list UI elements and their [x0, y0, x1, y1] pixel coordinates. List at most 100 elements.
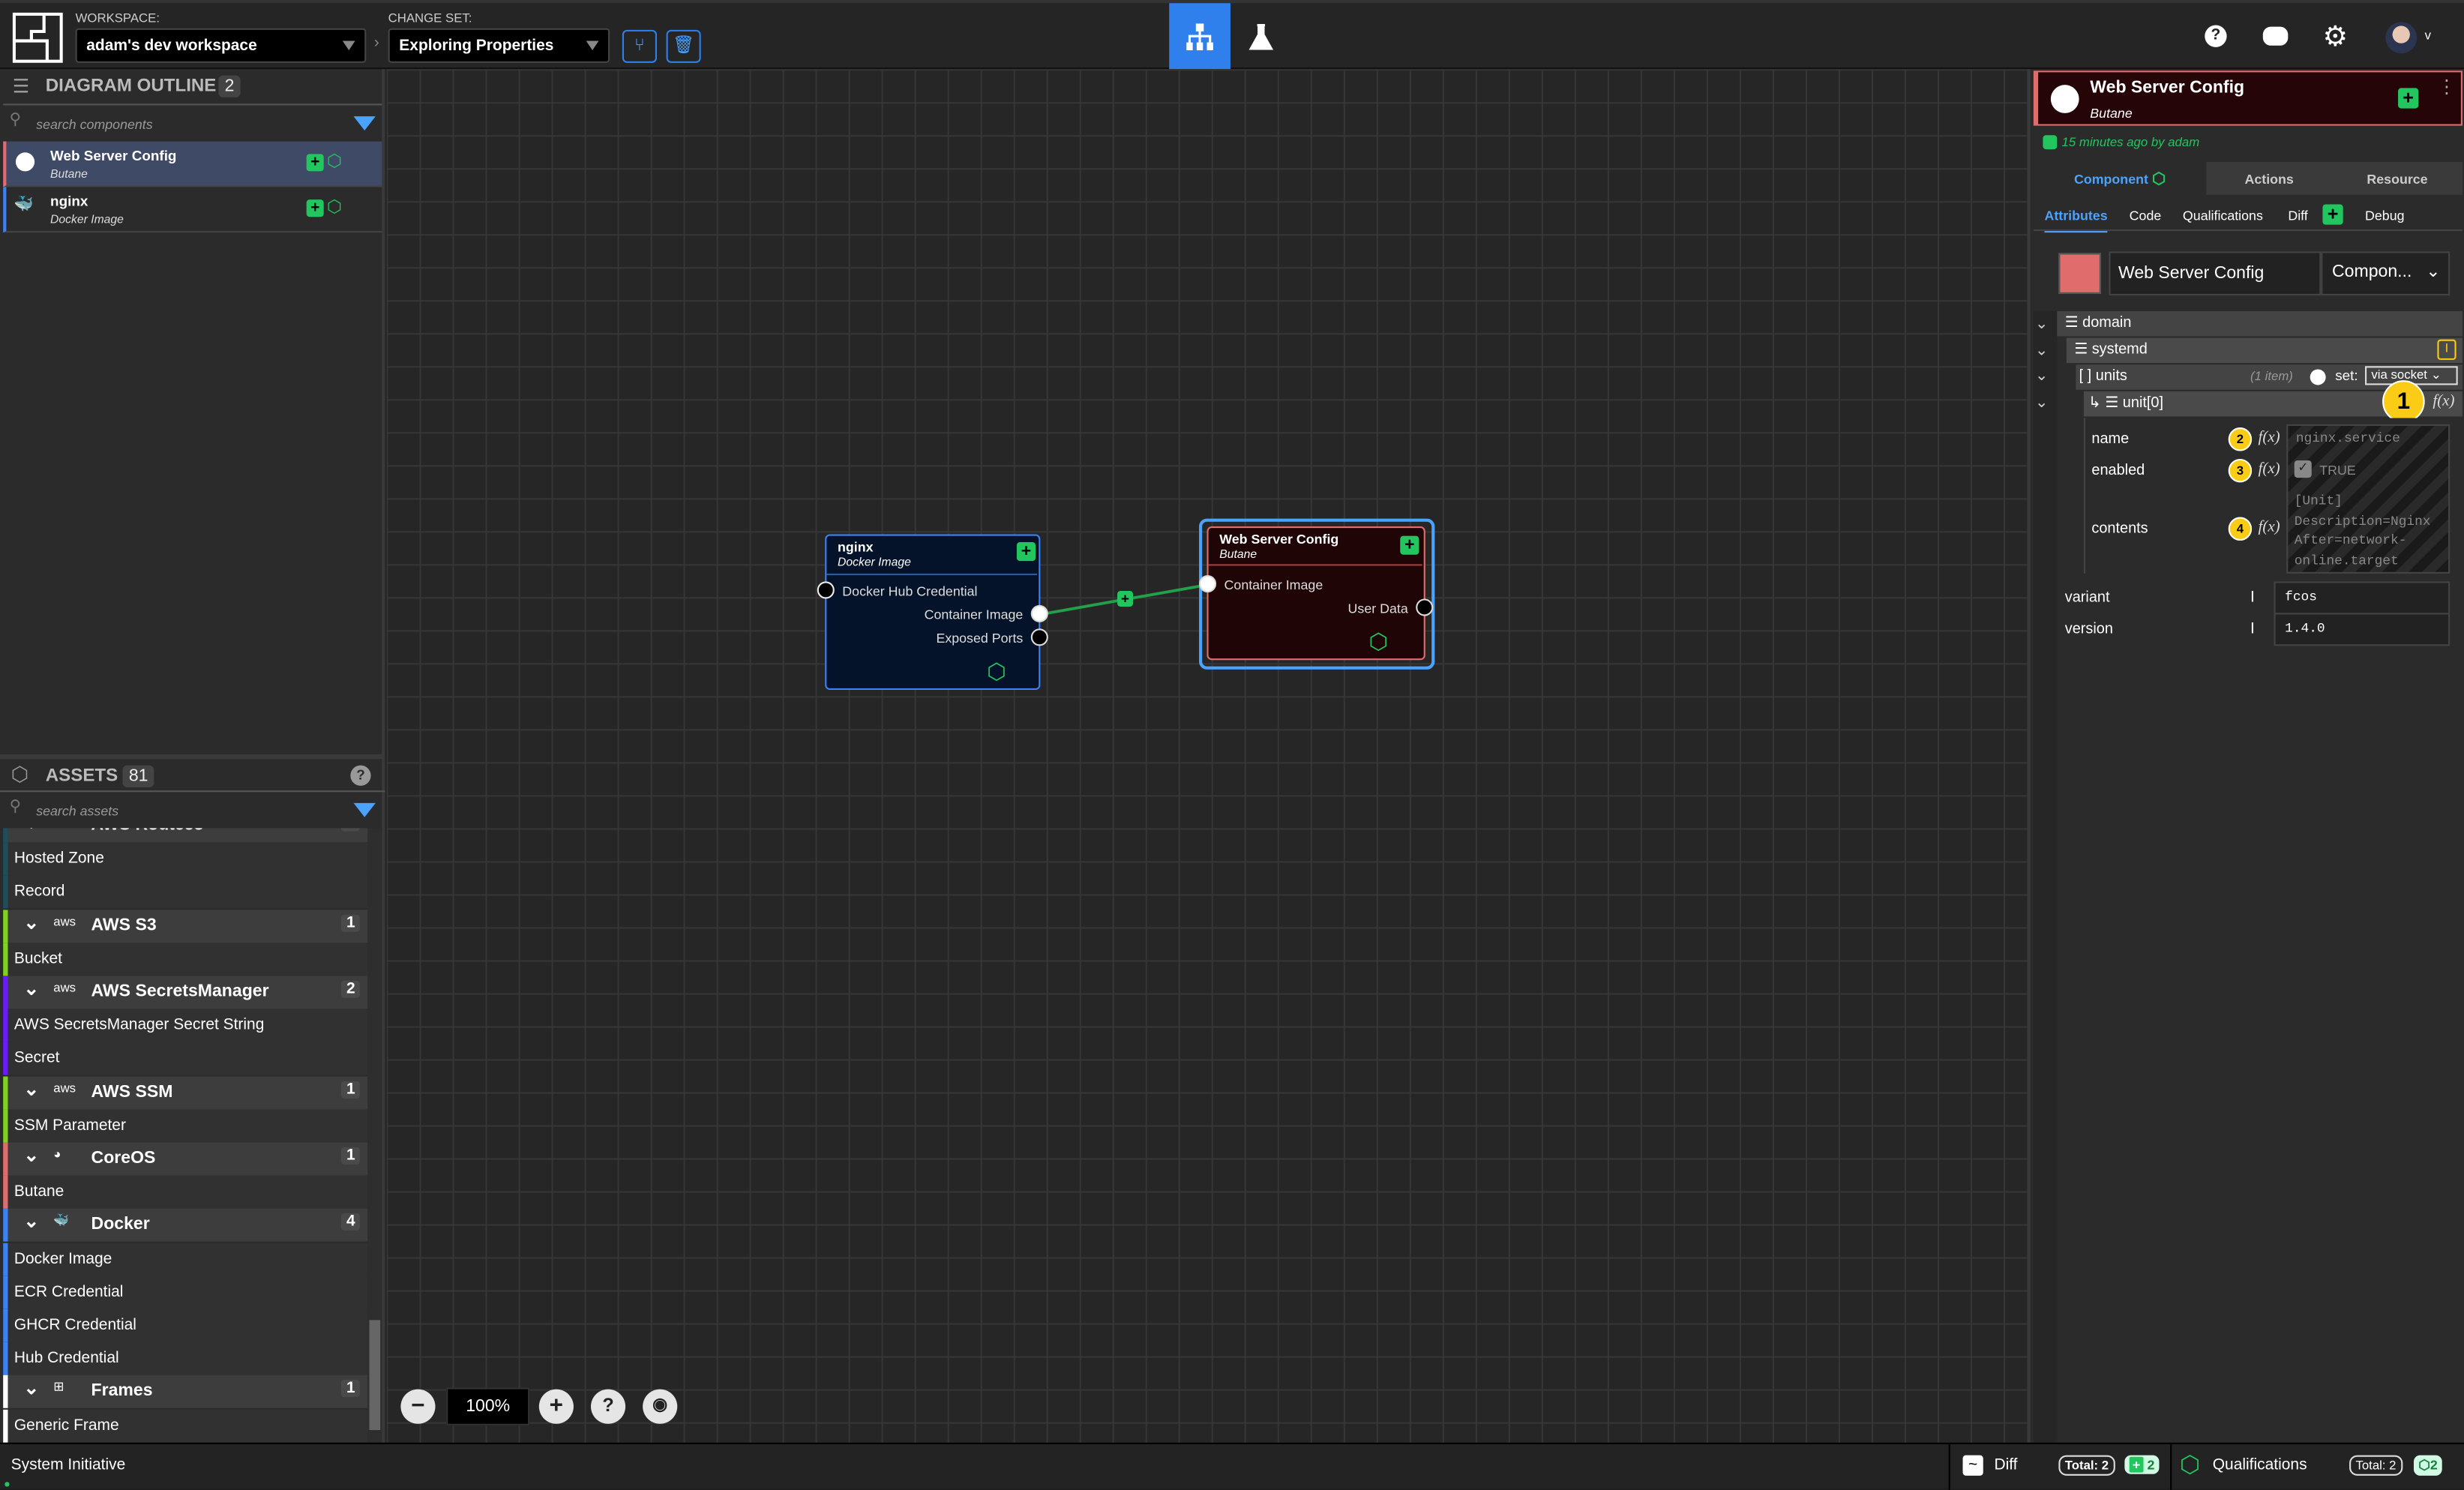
socket-docker-hub-credential[interactable]	[817, 581, 835, 599]
eye-icon[interactable]: ◉	[643, 1389, 678, 1424]
help-icon[interactable]: ?	[2205, 25, 2227, 47]
asset-group-aws-route53[interactable]: ⌄awsAWS Route532	[3, 828, 368, 843]
more-vertical-icon[interactable]: ⋮	[2437, 77, 2456, 96]
search-input[interactable]: search components	[36, 116, 152, 132]
outline-item-web-server-config[interactable]: Web Server Config Butane + ⬡	[3, 141, 382, 187]
chevron-down-icon[interactable]: v	[2425, 28, 2431, 43]
subtab-code[interactable]: Code	[2130, 208, 2162, 223]
help-icon[interactable]: ?	[350, 765, 371, 786]
tab-resource[interactable]: Resource	[2332, 161, 2463, 195]
logo-icon[interactable]	[12, 12, 63, 63]
socket-exposed-ports[interactable]	[1030, 628, 1048, 646]
avatar[interactable]	[2385, 22, 2418, 54]
scrollbar-thumb[interactable]	[369, 1320, 381, 1431]
enabled-checkbox[interactable]: ✓	[2294, 460, 2312, 478]
asset-item[interactable]: Record	[3, 876, 368, 910]
subtab-qualifications[interactable]: Qualifications	[2183, 208, 2263, 223]
asset-item[interactable]: Hosted Zone	[3, 842, 368, 876]
discord-icon[interactable]	[2262, 26, 2289, 46]
chevron-down-icon[interactable]: ⌄	[23, 1078, 39, 1099]
scrollbar[interactable]	[367, 828, 382, 1443]
status-bar: System Initiative ~ Diff Total: 2 + 2 ⬡ …	[0, 1442, 2464, 1490]
asset-item[interactable]: Secret	[3, 1042, 368, 1076]
changeset-select[interactable]: Exploring Properties	[388, 28, 610, 63]
asset-group-aws-secretsmanager[interactable]: ⌄ aws AWS SecretsManager 2	[3, 976, 368, 1009]
chevron-down-icon[interactable]: ⌄	[23, 1378, 39, 1399]
assets-search[interactable]: ⚲ search assets	[3, 792, 382, 828]
filter-icon[interactable]	[353, 116, 376, 130]
socket-user-data[interactable]	[1416, 598, 1434, 616]
search-input[interactable]: search assets	[36, 803, 118, 819]
help-button[interactable]: ?	[590, 1389, 626, 1424]
frame-icon: ⊞	[53, 1380, 64, 1395]
text-cursor-icon[interactable]: I	[2437, 339, 2457, 360]
zoom-level[interactable]: 100%	[446, 1387, 530, 1426]
filter-icon[interactable]	[353, 802, 376, 817]
color-swatch[interactable]	[2058, 253, 2101, 294]
chevron-down-icon[interactable]: ⌄	[23, 828, 39, 832]
outline-item-nginx[interactable]: 🐳 nginx Docker Image + ⬡	[3, 187, 382, 233]
group-color-bar	[3, 876, 8, 910]
prop-systemd[interactable]: ☰ systemd I	[2066, 337, 2463, 364]
name-value[interactable]: nginx.service	[2296, 430, 2400, 446]
asset-item[interactable]: Generic Frame	[3, 1408, 368, 1443]
contents-value[interactable]: [Unit] Description=Nginx After=network- …	[2295, 492, 2431, 571]
asset-item[interactable]: GHCR Credential	[3, 1309, 368, 1342]
asset-group-aws-s3[interactable]: ⌄ aws AWS S3 1	[3, 909, 368, 943]
workspace-select[interactable]: adam's dev workspace	[75, 28, 367, 63]
customize-tab[interactable]	[1231, 3, 1292, 69]
asset-item[interactable]: AWS SecretsManager Secret String	[3, 1009, 368, 1042]
socket-container-image[interactable]	[1030, 604, 1048, 622]
gear-icon[interactable]: ⚙	[2322, 20, 2348, 53]
chevron-down-icon[interactable]: ⌄	[2035, 391, 2049, 417]
zoom-in-button[interactable]: +	[538, 1389, 574, 1424]
qualifications-total: Total: 2	[2349, 1455, 2403, 1476]
diagram-canvas[interactable]: + nginx Docker Image + Docker Hub Creden…	[386, 69, 2028, 1443]
asset-item[interactable]: ECR Credential	[3, 1276, 368, 1309]
variant-input[interactable]: fcos	[2274, 581, 2451, 615]
cube-plus-icon: ⬡	[10, 762, 29, 786]
chevron-down-icon[interactable]: ⌄	[23, 1144, 39, 1166]
subtab-diff[interactable]: Diff	[2288, 208, 2307, 223]
abandon-changeset-button[interactable]: 🗑	[666, 29, 701, 63]
qualifications-label[interactable]: Qualifications	[2213, 1457, 2307, 1474]
asset-group-aws-ssm[interactable]: ⌄ aws AWS SSM 1	[3, 1075, 368, 1109]
fx-icon[interactable]: f(x)	[2433, 393, 2454, 410]
subtab-debug[interactable]: Debug	[2365, 208, 2405, 223]
create-changeset-button[interactable]: ⑂	[622, 29, 658, 63]
tab-actions[interactable]: Actions	[2206, 161, 2333, 195]
fx-icon[interactable]: f(x)	[2259, 460, 2280, 478]
chevron-down-icon[interactable]: ⌄	[2035, 313, 2049, 339]
asset-item[interactable]: Butane	[3, 1175, 368, 1209]
subtab-attributes[interactable]: Attributes	[2044, 208, 2108, 233]
component-name-input[interactable]: Web Server Config	[2109, 251, 2322, 295]
fx-icon[interactable]: f(x)	[2259, 429, 2280, 446]
version-input[interactable]: 1.4.0	[2274, 613, 2451, 646]
chevron-down-icon[interactable]: ⌄	[23, 978, 39, 1000]
group-count: 2	[341, 828, 360, 832]
asset-item[interactable]: Hub Credential	[3, 1342, 368, 1376]
component-type-select[interactable]: Compon... ⌄	[2321, 251, 2451, 295]
prop-domain[interactable]: ☰ domain	[2057, 310, 2463, 337]
asset-item[interactable]: Bucket	[3, 942, 368, 976]
model-tab[interactable]	[1169, 3, 1231, 70]
asset-group-coreos[interactable]: ⌄ ◕ CoreOS 1	[3, 1142, 368, 1176]
outline-search[interactable]: ⚲ search components	[3, 103, 382, 141]
node-web-server-config[interactable]: Web Server Config Butane + Container Ima…	[1199, 526, 1434, 661]
node-nginx[interactable]: nginx Docker Image + Docker Hub Credenti…	[817, 534, 1048, 691]
chevron-down-icon[interactable]: ⌄	[2035, 339, 2049, 365]
asset-group-docker[interactable]: ⌄ 🐳 Docker 4	[3, 1209, 368, 1243]
asset-item[interactable]: SSM Parameter	[3, 1109, 368, 1143]
chevron-down-icon[interactable]: ⌄	[23, 911, 39, 933]
node-web-server-config-selection[interactable]: Web Server Config Butane + Container Ima…	[1199, 518, 1435, 670]
asset-group-frames[interactable]: ⌄ ⊞ Frames 1	[3, 1375, 368, 1409]
chevron-down-icon[interactable]: ⌄	[23, 1211, 39, 1233]
diff-label[interactable]: Diff	[1994, 1457, 2017, 1474]
chevron-down-icon[interactable]: ⌄	[2035, 364, 2049, 391]
tab-component[interactable]: Component ⬡	[2034, 162, 2207, 195]
socket-label: Container Image	[1224, 577, 1323, 593]
zoom-out-button[interactable]: −	[400, 1389, 436, 1424]
socket-container-image[interactable]	[1199, 575, 1217, 593]
asset-item[interactable]: Docker Image	[3, 1242, 368, 1276]
fx-icon[interactable]: f(x)	[2259, 519, 2280, 536]
